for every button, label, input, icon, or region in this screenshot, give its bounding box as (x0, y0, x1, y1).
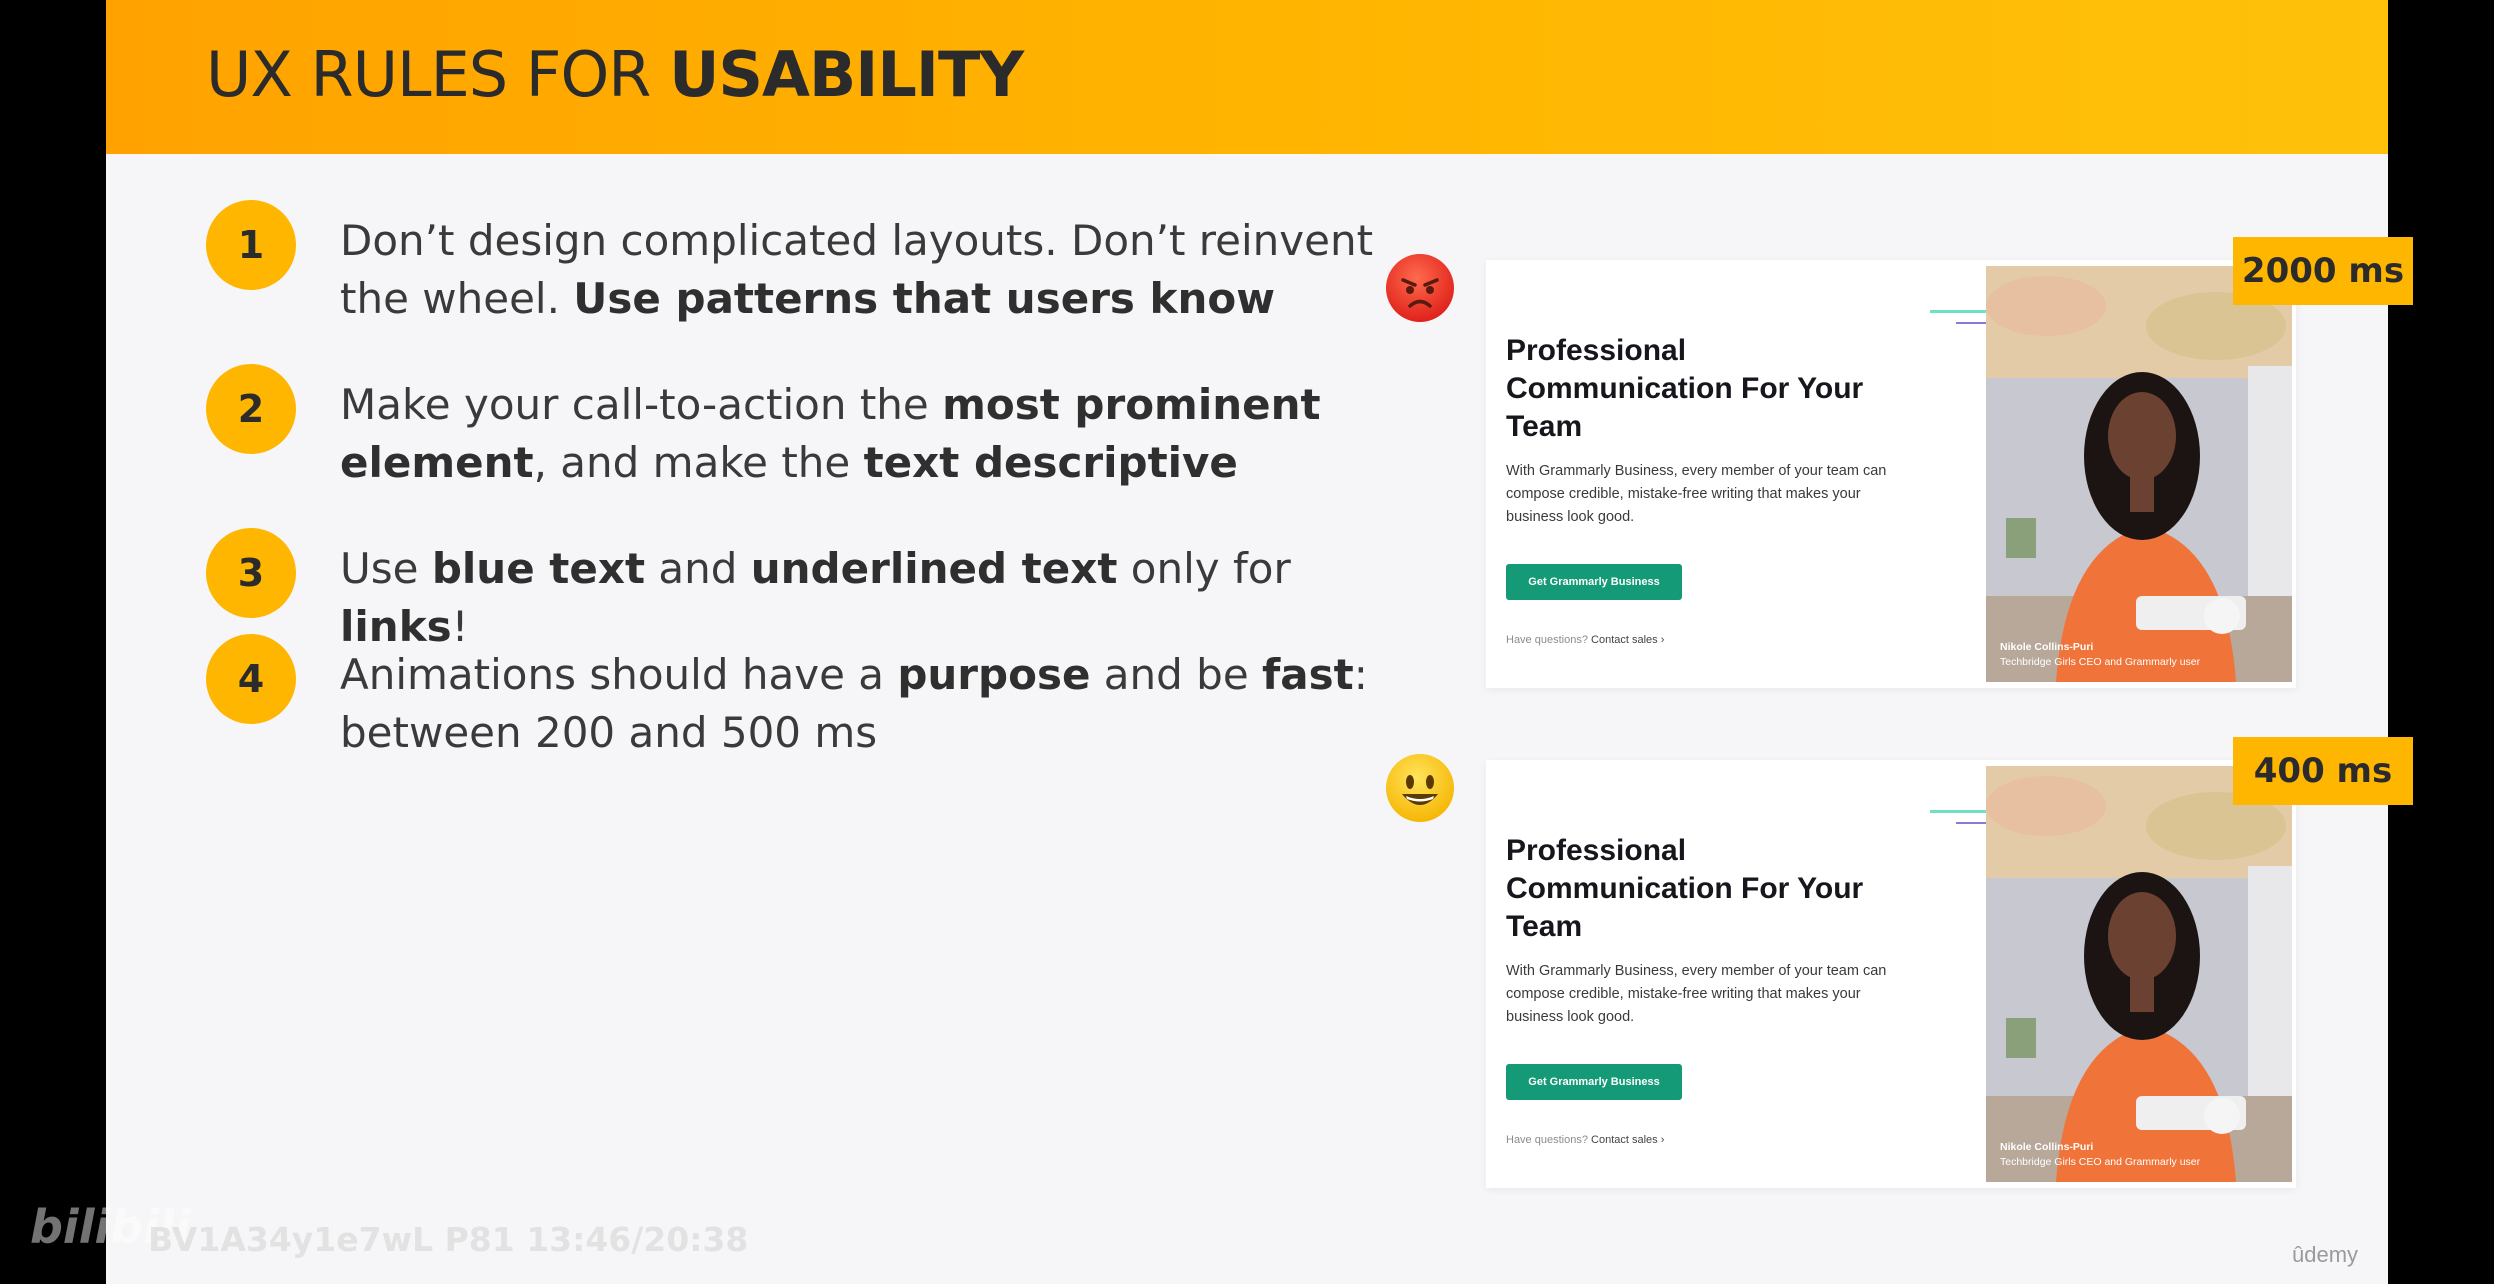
title-bold: USABILITY (669, 38, 1024, 111)
title-regular: UX RULES FOR (206, 38, 670, 111)
rule-text-bold: underlined text (750, 544, 1118, 593)
duration-badge: 400 ms (2233, 737, 2413, 805)
caption-role: Techbridge Girls CEO and Grammarly user (2000, 656, 2201, 668)
landing-page-preview: Professional Communication For Your Team… (1486, 260, 2296, 688)
card-heading: Professional Communication For Your Team (1506, 334, 1864, 443)
rule-text: Don’t design complicated layouts. Don’t … (340, 212, 1390, 328)
angry-face-emoji (1386, 254, 1454, 322)
rule-text-part: Use (340, 544, 432, 593)
rule-number-badge: 3 (206, 528, 296, 618)
slide-title: UX RULES FOR USABILITY (206, 38, 1024, 111)
rule-number-badge: 2 (206, 364, 296, 454)
udemy-watermark: ûdemy (2292, 1242, 2359, 1267)
portrait-photo: Nikole Collins-Puri Techbridge Girls CEO … (1986, 266, 2292, 682)
rule-text-bold: fast (1262, 650, 1354, 699)
rule-number-badge: 1 (206, 200, 296, 290)
rule-text-part: and (645, 544, 751, 593)
rule-text-bold: purpose (897, 650, 1091, 699)
question-text: Have questions? (1506, 634, 1588, 646)
contact-sales-link[interactable]: Contact sales › (1591, 634, 1664, 646)
caption-role: Techbridge Girls CEO and Grammarly user (2000, 1156, 2201, 1168)
get-grammarly-business-button[interactable]: Get Grammarly Business (1506, 564, 1682, 600)
angry-face-icon (1401, 278, 1439, 308)
contact-sales-link[interactable]: Contact sales › (1591, 1134, 1664, 1146)
photo-caption: Nikole Collins-Puri Techbridge Girls CEO … (2000, 640, 2200, 670)
rule-text: Animations should have a purpose and be … (340, 646, 1390, 762)
card-question-line: Have questions? Contact sales › (1506, 634, 1664, 646)
title-banner: UX RULES FOR USABILITY (106, 0, 2388, 154)
rule-text-part: ! (451, 602, 469, 651)
portrait-photo: Nikole Collins-Puri Techbridge Girls CEO … (1986, 766, 2292, 1182)
landing-page-preview: Professional Communication For Your Team… (1486, 760, 2296, 1188)
smiling-face-emoji (1386, 754, 1454, 822)
photo-caption: Nikole Collins-Puri Techbridge Girls CEO … (2000, 1140, 2200, 1170)
slide: UX RULES FOR USABILITY 1 Don’t design co… (106, 0, 2413, 1284)
card-question-line: Have questions? Contact sales › (1506, 1134, 1664, 1146)
portrait-illustration (1986, 266, 2292, 682)
rule-text-part: , and make the (533, 438, 864, 487)
rule-text-bold: text descriptive (863, 438, 1238, 487)
get-grammarly-business-button[interactable]: Get Grammarly Business (1506, 1064, 1682, 1100)
card-heading: Professional Communication For Your Team (1506, 834, 1864, 943)
video-id-watermark: BV1A34y1e7wL P81 13:46/20:38 (148, 1220, 749, 1259)
rule-text: Use blue text and underlined text only f… (340, 540, 1390, 656)
rule-text-bold: links (340, 602, 452, 651)
rule-text: Make your call-to-action the most promin… (340, 376, 1390, 492)
card-body-text: With Grammarly Business, every member of… (1506, 463, 1887, 525)
card-body-text: With Grammarly Business, every member of… (1506, 963, 1887, 1025)
rule-number-badge: 4 (206, 634, 296, 724)
rule-text-part: only for (1117, 544, 1291, 593)
rule-text-part: Make your call-to-action the (340, 380, 943, 429)
caption-name: Nikole Collins-Puri (2000, 1141, 2094, 1153)
portrait-illustration (1986, 766, 2292, 1182)
caption-name: Nikole Collins-Puri (2000, 641, 2094, 653)
rule-text-part: Animations should have a (340, 650, 898, 699)
rule-text-part: and be (1090, 650, 1263, 699)
rule-text-bold: Use patterns that users know (573, 274, 1276, 323)
duration-badge: 2000 ms (2233, 237, 2413, 305)
rule-text-bold: blue text (431, 544, 646, 593)
question-text: Have questions? (1506, 1134, 1588, 1146)
smiling-face-icon (1402, 775, 1438, 805)
